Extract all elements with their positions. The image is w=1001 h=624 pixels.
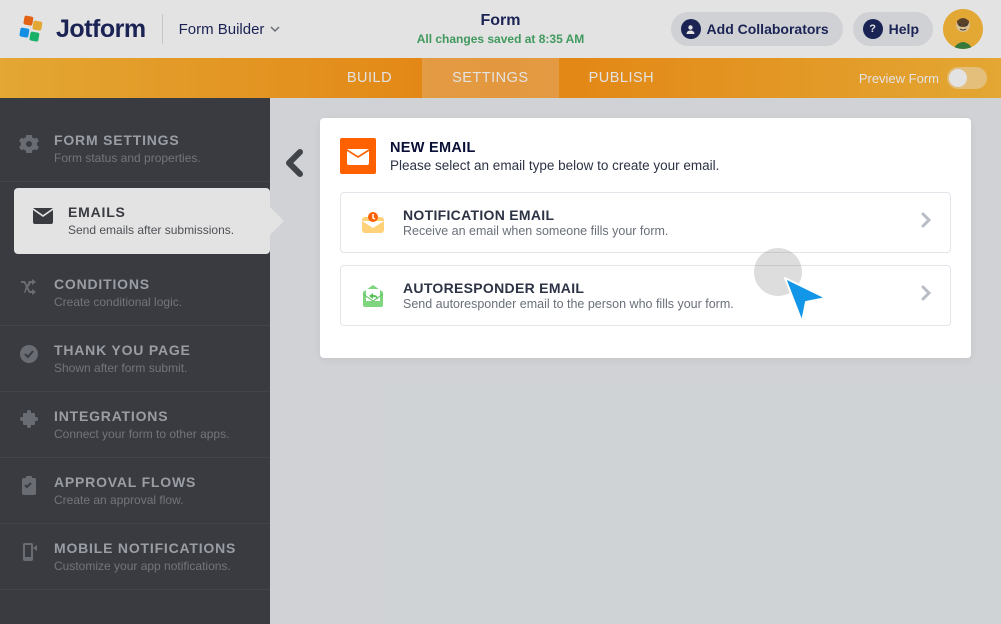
form-title-area[interactable]: Form All changes saved at 8:35 AM	[417, 12, 585, 46]
question-icon: ?	[863, 19, 883, 39]
sidebar-item-desc: Create conditional logic.	[54, 295, 182, 309]
cursor-icon	[782, 276, 832, 326]
option-desc: Send autoresponder email to the person w…	[403, 297, 734, 311]
sidebar-item-label: FORM SETTINGS	[54, 132, 201, 148]
chevron-right-icon	[920, 285, 932, 306]
option-desc: Receive an email when someone fills your…	[403, 224, 668, 238]
option-title: AUTORESPONDER EMAIL	[403, 280, 734, 296]
gear-icon	[18, 133, 40, 155]
form-builder-dropdown[interactable]: Form Builder	[179, 21, 281, 38]
body: FORM SETTINGS Form status and properties…	[0, 98, 1001, 624]
toggle-knob	[949, 69, 967, 87]
option-title: NOTIFICATION EMAIL	[403, 207, 668, 223]
sidebar-item-label: MOBILE NOTIFICATIONS	[54, 540, 236, 556]
logo[interactable]: Jotform	[18, 14, 146, 44]
autoresponder-email-option[interactable]: AUTORESPONDER EMAIL Send autoresponder e…	[340, 265, 951, 326]
tab-settings[interactable]: SETTINGS	[422, 58, 559, 98]
panel-header: NEW EMAIL Please select an email type be…	[340, 138, 951, 174]
jotform-logo-icon	[18, 14, 48, 44]
sidebar-item-desc: Customize your app notifications.	[54, 559, 236, 573]
add-collab-label: Add Collaborators	[707, 21, 829, 37]
vertical-divider	[162, 14, 163, 44]
help-label: Help	[889, 21, 919, 37]
save-status: All changes saved at 8:35 AM	[417, 32, 585, 46]
sidebar-item-desc: Shown after form submit.	[54, 361, 191, 375]
add-collaborators-button[interactable]: Add Collaborators	[671, 12, 843, 46]
settings-sidebar: FORM SETTINGS Form status and properties…	[0, 98, 270, 624]
form-builder-label: Form Builder	[179, 21, 265, 38]
shuffle-icon	[18, 277, 40, 299]
reply-mail-icon	[359, 282, 387, 310]
sidebar-item-desc: Send emails after submissions.	[68, 223, 234, 237]
toggle-switch[interactable]	[947, 67, 987, 89]
sidebar-item-thank-you[interactable]: THANK YOU PAGE Shown after form submit.	[0, 326, 270, 392]
panel-subtitle: Please select an email type below to cre…	[390, 158, 719, 173]
sidebar-item-label: EMAILS	[68, 204, 234, 220]
person-icon	[681, 19, 701, 39]
sidebar-item-label: INTEGRATIONS	[54, 408, 229, 424]
panel-title: NEW EMAIL	[390, 140, 719, 156]
sidebar-item-desc: Connect your form to other apps.	[54, 427, 229, 441]
back-button[interactable]	[270, 118, 320, 183]
sidebar-item-label: APPROVAL FLOWS	[54, 474, 196, 490]
mobile-icon	[18, 541, 40, 563]
header-right: Add Collaborators ? Help	[671, 9, 983, 49]
chevron-right-icon	[920, 212, 932, 233]
top-header: Jotform Form Builder Form All changes sa…	[0, 0, 1001, 58]
sidebar-item-desc: Form status and properties.	[54, 151, 201, 165]
check-circle-icon	[18, 343, 40, 365]
sidebar-item-mobile-notifications[interactable]: MOBILE NOTIFICATIONS Customize your app …	[0, 524, 270, 590]
sidebar-item-label: THANK YOU PAGE	[54, 342, 191, 358]
main-content: NEW EMAIL Please select an email type be…	[270, 98, 1001, 624]
preview-form-toggle[interactable]: Preview Form	[859, 58, 987, 98]
chevron-left-icon	[284, 148, 306, 178]
sidebar-item-integrations[interactable]: INTEGRATIONS Connect your form to other …	[0, 392, 270, 458]
tab-build[interactable]: BUILD	[317, 58, 422, 98]
envelope-icon	[32, 205, 54, 227]
sidebar-item-emails[interactable]: EMAILS Send emails after submissions.	[14, 188, 270, 254]
sidebar-item-label: CONDITIONS	[54, 276, 182, 292]
sidebar-item-form-settings[interactable]: FORM SETTINGS Form status and properties…	[0, 116, 270, 182]
chevron-down-icon	[270, 24, 280, 34]
preview-label: Preview Form	[859, 71, 939, 86]
new-email-panel: NEW EMAIL Please select an email type be…	[320, 118, 971, 358]
help-button[interactable]: ? Help	[853, 12, 933, 46]
main-tabs: BUILD SETTINGS PUBLISH Preview Form	[0, 58, 1001, 98]
puzzle-icon	[18, 409, 40, 431]
avatar[interactable]	[943, 9, 983, 49]
envelope-open-icon	[340, 138, 376, 174]
page-title: Form	[417, 12, 585, 30]
sidebar-item-conditions[interactable]: CONDITIONS Create conditional logic.	[0, 260, 270, 326]
tab-publish[interactable]: PUBLISH	[559, 58, 685, 98]
sidebar-item-desc: Create an approval flow.	[54, 493, 196, 507]
clipboard-check-icon	[18, 475, 40, 497]
inbox-icon	[359, 209, 387, 237]
logo-text: Jotform	[56, 15, 146, 44]
sidebar-item-approval-flows[interactable]: APPROVAL FLOWS Create an approval flow.	[0, 458, 270, 524]
notification-email-option[interactable]: NOTIFICATION EMAIL Receive an email when…	[340, 192, 951, 253]
